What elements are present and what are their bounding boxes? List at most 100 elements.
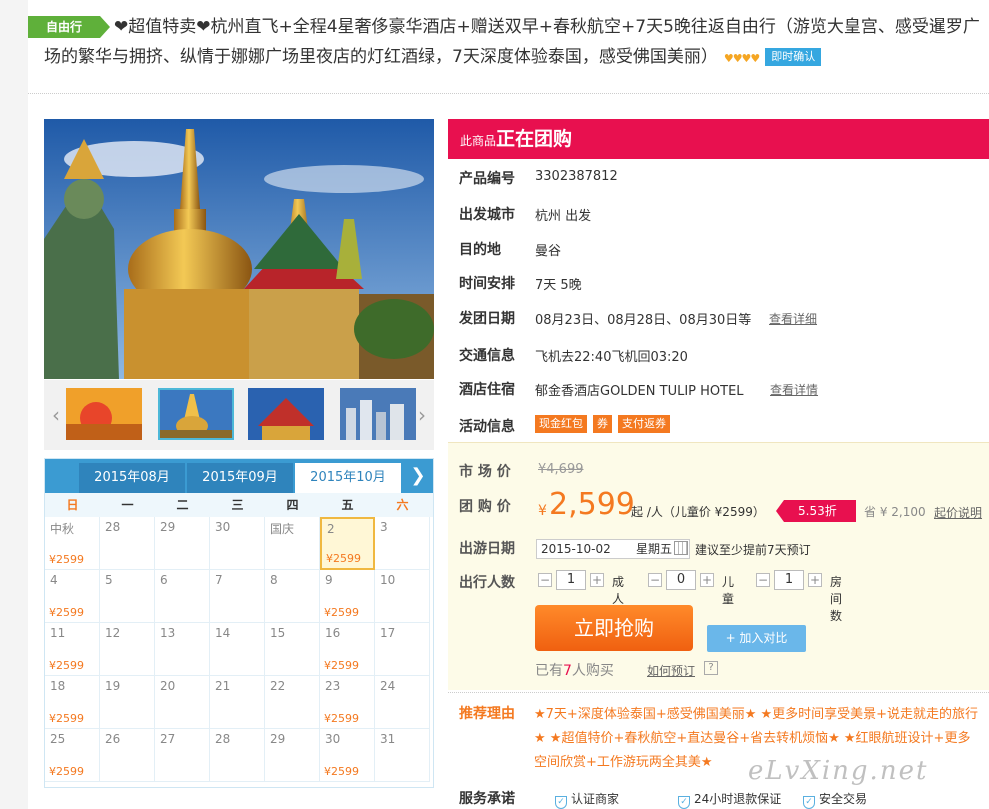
how-to-book-link[interactable]: 如何预订: [647, 662, 695, 679]
calendar-day-number: 11: [50, 626, 66, 640]
calendar-day-cell[interactable]: 10: [375, 570, 430, 623]
label-destination: 目的地: [459, 242, 501, 258]
calendar-day-cell[interactable]: 12: [100, 623, 155, 676]
calendar-day-cell[interactable]: 6: [155, 570, 210, 623]
calendar-day-cell[interactable]: 22: [265, 676, 320, 729]
tab-month-oct[interactable]: 2015年10月: [295, 463, 401, 493]
value-transport: 飞机去22:40飞机回03:20: [535, 350, 688, 365]
tab-month-aug[interactable]: 2015年08月: [79, 463, 185, 493]
thumbnail-3[interactable]: [248, 388, 324, 440]
promo-pay-return-coupon[interactable]: 支付返券: [618, 415, 670, 433]
label-product-no: 产品编号: [459, 171, 515, 187]
calendar-day-cell[interactable]: 14: [210, 623, 265, 676]
calendar-day-cell[interactable]: 国庆: [265, 517, 320, 570]
weekday-fri: 五: [341, 498, 354, 512]
calendar-day-cell[interactable]: 13: [155, 623, 210, 676]
child-plus-button[interactable]: +: [700, 573, 714, 587]
buy-now-button[interactable]: 立即抢购: [535, 605, 693, 651]
product-title: ❤超值特卖❤杭州直飞+全程4星奢侈豪华酒店+赠送双早+春秋航空+7天5晚往返自由…: [44, 12, 989, 74]
bought-count: 已有7人购买: [535, 660, 614, 680]
calendar-day-cell[interactable]: 11 ¥2599: [45, 623, 100, 676]
adult-plus-button[interactable]: +: [590, 573, 604, 587]
calendar-day-cell[interactable]: 24: [375, 676, 430, 729]
chevron-left-icon[interactable]: ‹: [48, 402, 64, 428]
calendar-day-cell[interactable]: 2 ¥2599: [320, 517, 375, 570]
calendar-day-number: 25: [50, 732, 66, 746]
calendar-day-number: 12: [105, 626, 121, 640]
calendar-day-cell[interactable]: 20: [155, 676, 210, 729]
calendar-grid: 中秋 ¥2599 28 29 30 国庆 2 ¥2599 3 4 ¥2599 5 6 7 8 9 ¥2599 10…: [45, 517, 433, 782]
calendar-day-cell[interactable]: 16 ¥2599: [320, 623, 375, 676]
thumbnail-4[interactable]: [340, 388, 416, 440]
room-plus-button[interactable]: +: [808, 573, 822, 587]
calendar-day-cell[interactable]: 17: [375, 623, 430, 676]
thumbnail-1[interactable]: [66, 388, 142, 440]
main-product-photo: [44, 119, 434, 379]
child-minus-button[interactable]: −: [648, 573, 662, 587]
promo-coupon[interactable]: 券: [593, 415, 612, 433]
calendar-day-cell[interactable]: 27: [155, 729, 210, 782]
calendar-day-cell[interactable]: 19: [100, 676, 155, 729]
child-count[interactable]: 0: [666, 570, 696, 590]
calendar-day-number: 9: [325, 573, 333, 587]
value-product-no: 3302387812: [535, 169, 618, 184]
calendar-day-cell[interactable]: 15: [265, 623, 320, 676]
calendar-day-cell[interactable]: 中秋 ¥2599: [45, 517, 100, 570]
calendar-day-cell[interactable]: 23 ¥2599: [320, 676, 375, 729]
calendar-day-cell[interactable]: 31: [375, 729, 430, 782]
price-explain-link[interactable]: 起价说明: [934, 504, 982, 521]
value-departure-dates: 08月23日、08月28日、08月30日等: [535, 313, 752, 328]
calendar-day-cell[interactable]: 28: [100, 517, 155, 570]
calendar-icon[interactable]: [674, 541, 688, 555]
add-compare-button[interactable]: + 加入对比: [707, 625, 806, 652]
row-depart-city: 出发城市 杭州 出发: [448, 198, 989, 228]
calendar-day-cell[interactable]: 7: [210, 570, 265, 623]
calendar-day-cell[interactable]: 30 ¥2599: [320, 729, 375, 782]
calendar-day-price: ¥2599: [49, 659, 84, 672]
calendar-day-cell[interactable]: 30: [210, 517, 265, 570]
calendar-day-cell[interactable]: 29: [265, 729, 320, 782]
promo-cash-red-packet[interactable]: 现金红包: [535, 415, 587, 433]
next-month-icon[interactable]: ❯: [403, 459, 433, 493]
label-travelers: 出行人数: [459, 575, 515, 591]
adult-count[interactable]: 1: [556, 570, 586, 590]
tab-month-sep[interactable]: 2015年09月: [187, 463, 293, 493]
help-icon[interactable]: ?: [704, 661, 718, 675]
calendar-day-cell[interactable]: 21: [210, 676, 265, 729]
calendar-day-cell[interactable]: 18 ¥2599: [45, 676, 100, 729]
shield-check-icon: ✓: [803, 796, 815, 809]
group-banner-small: 此商品: [460, 134, 497, 148]
calendar-day-cell[interactable]: 3: [375, 517, 430, 570]
thumbnail-strip: ‹ ›: [44, 380, 434, 450]
calendar-day-cell[interactable]: 8: [265, 570, 320, 623]
chevron-right-icon[interactable]: ›: [414, 402, 430, 428]
shield-check-icon: ✓: [555, 796, 567, 809]
label-travel-date: 出游日期: [459, 541, 515, 557]
room-count[interactable]: 1: [774, 570, 804, 590]
calendar-day-cell[interactable]: 5: [100, 570, 155, 623]
service-promises: 服务承诺 ✓ 认证商家 ✓ 24小时退款保证 ✓ 安全交易: [448, 784, 989, 809]
thumbnail-2[interactable]: [158, 388, 234, 440]
travel-weekday: 星期五: [636, 542, 673, 556]
row-hotel: 酒店住宿 郁金香酒店GOLDEN TULIP HOTEL 查看详情: [448, 373, 989, 403]
row-destination: 目的地 曼谷: [448, 233, 989, 263]
adult-minus-button[interactable]: −: [538, 573, 552, 587]
room-minus-button[interactable]: −: [756, 573, 770, 587]
view-dates-link[interactable]: 查看详细: [769, 310, 817, 327]
calendar-day-number: 26: [105, 732, 121, 746]
calendar-day-cell[interactable]: 28: [210, 729, 265, 782]
price-per-person: 起 /人（儿童价 ¥2599）: [631, 505, 765, 519]
calendar-day-cell[interactable]: 4 ¥2599: [45, 570, 100, 623]
discount-badge: 5.53折: [776, 500, 856, 522]
view-hotel-link[interactable]: 查看详情: [770, 381, 818, 398]
saving-amount: 省 ¥ 2,100: [864, 505, 926, 519]
calendar-day-cell[interactable]: 25 ¥2599: [45, 729, 100, 782]
calendar-day-cell[interactable]: 29: [155, 517, 210, 570]
calendar-day-cell[interactable]: 26: [100, 729, 155, 782]
calendar-day-cell[interactable]: 9 ¥2599: [320, 570, 375, 623]
label-schedule: 时间安排: [459, 276, 515, 292]
weekday-sun: 日: [66, 498, 79, 512]
label-transport: 交通信息: [459, 348, 515, 364]
booking-advice: 建议至少提前7天预订: [695, 543, 811, 557]
calendar-day-number: 20: [160, 679, 176, 693]
